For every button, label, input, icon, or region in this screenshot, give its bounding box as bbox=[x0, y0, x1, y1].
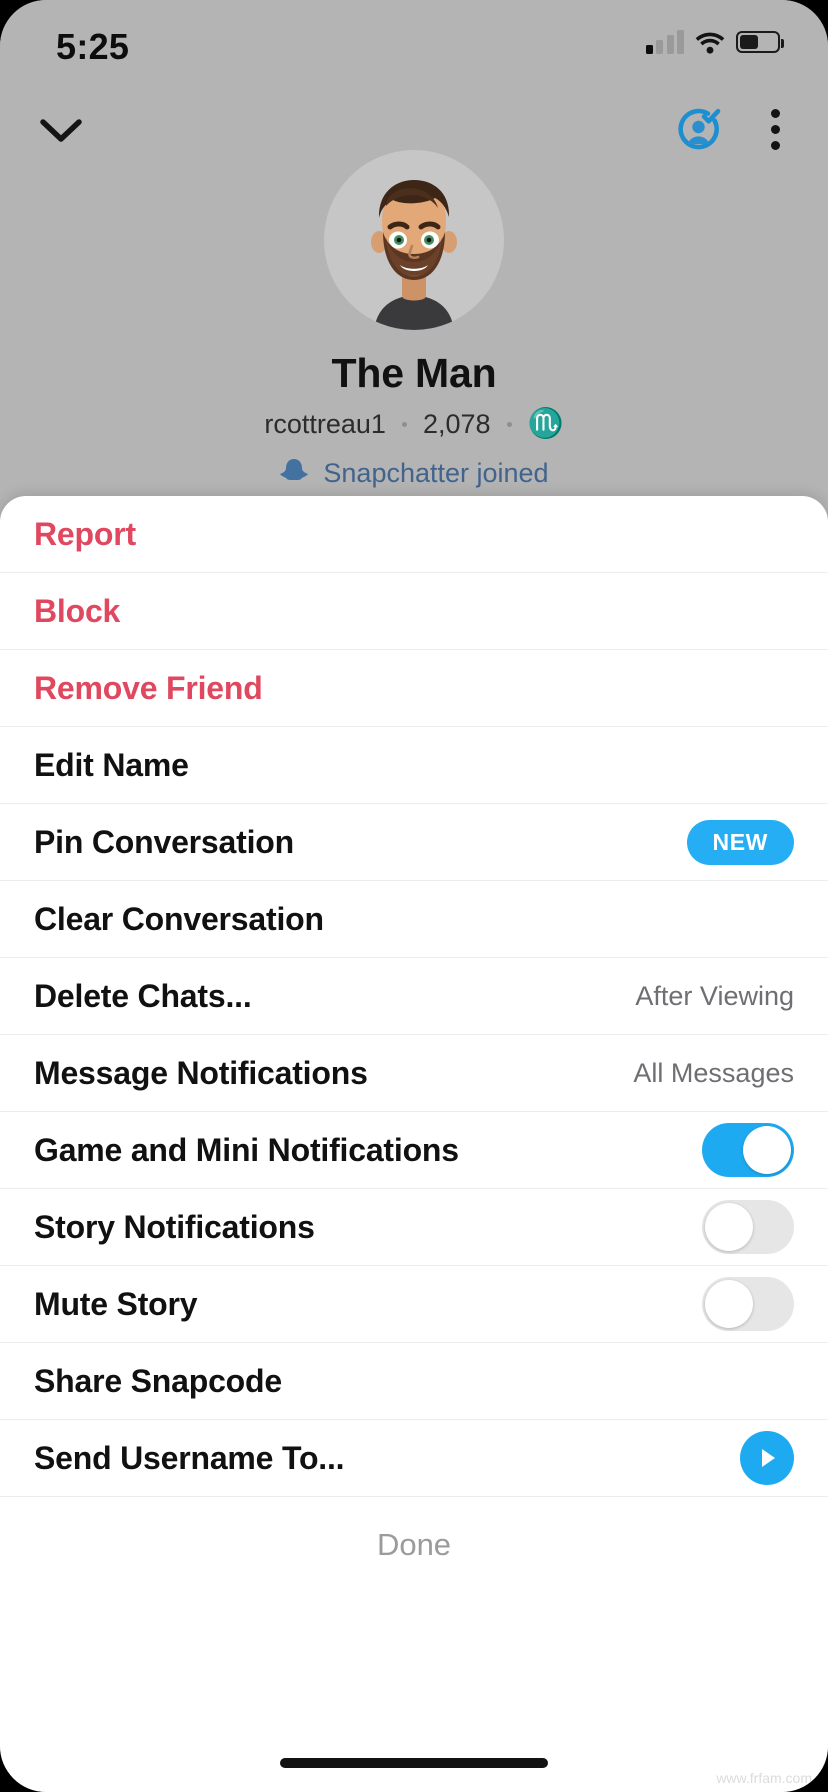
toggle-mute-story[interactable] bbox=[702, 1277, 794, 1331]
snapchat-ghost-icon bbox=[279, 457, 309, 490]
profile-header: The Man rcottreau1 2,078 ♏ Snapchatter j… bbox=[0, 150, 828, 490]
zodiac-icon: ♏ bbox=[527, 408, 564, 440]
sheet-row-block[interactable]: Block bbox=[0, 573, 828, 650]
sheet-row-label: Remove Friend bbox=[34, 669, 263, 706]
sheet-row-control bbox=[702, 1277, 794, 1331]
sheet-row-share-snapcode[interactable]: Share Snapcode bbox=[0, 1343, 828, 1420]
status-bar-time: 5:25 bbox=[56, 26, 130, 67]
sheet-row-detail-value: After Viewing bbox=[635, 980, 794, 1011]
page-title: The Man bbox=[331, 350, 497, 396]
battery-icon bbox=[736, 31, 784, 53]
done-button[interactable]: Done bbox=[0, 1497, 828, 1593]
sheet-row-delete-chats[interactable]: Delete Chats... After Viewing bbox=[0, 958, 828, 1035]
toggle-knob bbox=[705, 1203, 753, 1251]
meta-separator-dot bbox=[506, 421, 512, 427]
profile-backdrop: 5:25 The Man rcottreau1 2,078 ♏ Snapchat… bbox=[0, 0, 828, 520]
sheet-row-control: After Viewing bbox=[635, 981, 794, 1012]
sheet-row-label: Message Notifications bbox=[34, 1054, 368, 1091]
sheet-row-clear-conversation[interactable]: Clear Conversation bbox=[0, 881, 828, 958]
home-indicator[interactable] bbox=[280, 1758, 548, 1768]
sheet-row-remove-friend[interactable]: Remove Friend bbox=[0, 650, 828, 727]
toggle-knob bbox=[743, 1126, 791, 1174]
profile-subrow: Snapchatter joined bbox=[0, 457, 828, 490]
phone-screen: 5:25 The Man rcottreau1 2,078 ♏ Snapchat… bbox=[0, 0, 828, 1792]
toggle-story-notifications[interactable] bbox=[702, 1200, 794, 1254]
sheet-row-send-username-to[interactable]: Send Username To... bbox=[0, 1420, 828, 1497]
action-sheet-rows: Report Block Remove Friend Edit Name Pin Con… bbox=[0, 496, 828, 1497]
snap-score: 2,078 bbox=[422, 408, 491, 439]
sheet-row-game-and-mini-notifications[interactable]: Game and Mini Notifications bbox=[0, 1112, 828, 1189]
sheet-row-label: Clear Conversation bbox=[34, 900, 324, 937]
sheet-row-label: Mute Story bbox=[34, 1285, 198, 1322]
meta-separator-dot bbox=[401, 421, 407, 427]
watermark: www.frfam.com bbox=[716, 1770, 812, 1786]
sheet-row-label: Share Snapcode bbox=[34, 1362, 282, 1399]
username-text: rcottreau1 bbox=[264, 408, 386, 439]
sheet-row-message-notifications[interactable]: Message Notifications All Messages bbox=[0, 1035, 828, 1112]
sheet-row-label: Delete Chats... bbox=[34, 977, 252, 1014]
sheet-row-label: Game and Mini Notifications bbox=[34, 1131, 459, 1168]
sheet-row-report[interactable]: Report bbox=[0, 496, 828, 573]
sheet-row-control: NEW bbox=[686, 819, 794, 865]
new-badge: NEW bbox=[686, 819, 794, 865]
sheet-row-label: Send Username To... bbox=[34, 1439, 345, 1476]
sheet-row-pin-conversation[interactable]: Pin Conversation NEW bbox=[0, 804, 828, 881]
sheet-row-label: Report bbox=[34, 515, 136, 552]
bitmoji-avatar[interactable] bbox=[324, 150, 504, 330]
subrow-text: Snapchatter joined bbox=[323, 458, 549, 488]
sheet-row-control bbox=[702, 1123, 794, 1177]
send-arrow-icon[interactable] bbox=[740, 1431, 794, 1485]
sheet-row-label: Pin Conversation bbox=[34, 823, 294, 860]
status-bar: 5:25 bbox=[0, 0, 828, 96]
sheet-row-story-notifications[interactable]: Story Notifications bbox=[0, 1189, 828, 1266]
sheet-row-control bbox=[702, 1200, 794, 1254]
sheet-row-label: Story Notifications bbox=[34, 1208, 315, 1245]
profile-meta: rcottreau1 2,078 ♏ bbox=[0, 407, 828, 441]
sheet-row-control: All Messages bbox=[633, 1058, 794, 1089]
toggle-game-and-mini-notifications[interactable] bbox=[702, 1123, 794, 1177]
wifi-icon bbox=[695, 31, 725, 54]
sheet-row-control bbox=[740, 1431, 794, 1485]
sheet-row-label: Block bbox=[34, 592, 121, 629]
cellular-bars-icon bbox=[645, 30, 684, 54]
sheet-row-detail-value: All Messages bbox=[633, 1057, 794, 1088]
toggle-knob bbox=[705, 1280, 753, 1328]
done-label: Done bbox=[376, 1527, 452, 1562]
friend-action-sheet: Report Block Remove Friend Edit Name Pin Con… bbox=[0, 496, 828, 1792]
sheet-row-edit-name[interactable]: Edit Name bbox=[0, 727, 828, 804]
status-bar-indicators bbox=[645, 30, 784, 54]
sheet-row-mute-story[interactable]: Mute Story bbox=[0, 1266, 828, 1343]
sheet-row-label: Edit Name bbox=[34, 746, 189, 783]
